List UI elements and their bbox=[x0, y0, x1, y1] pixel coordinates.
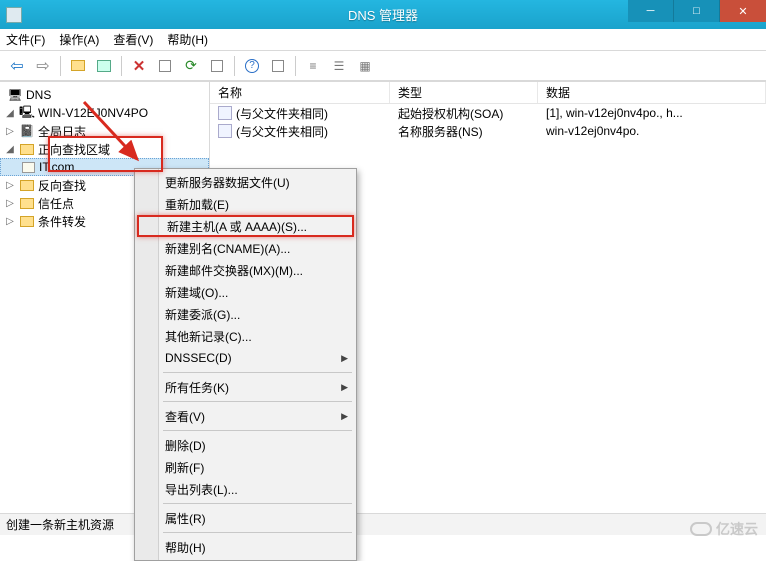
cell-type: 名称服务器(NS) bbox=[398, 123, 483, 140]
tree-server-label: WIN-V12EJ0NV4PO bbox=[38, 106, 148, 120]
folder-icon bbox=[19, 213, 35, 229]
tree-selected-zone-label: IT.com bbox=[39, 160, 74, 174]
ctx-newdomain[interactable]: 新建域(O)... bbox=[137, 281, 354, 303]
ctx-newmx[interactable]: 新建邮件交换器(MX)(M)... bbox=[137, 259, 354, 281]
list-row[interactable]: (与父文件夹相同) 起始授权机构(SOA) [1], win-v12ej0nv4… bbox=[210, 104, 766, 122]
ctx-newhost[interactable]: 新建主机(A 或 AAAA)(S)... bbox=[137, 215, 354, 237]
tree-root[interactable]: 🖥 DNS bbox=[0, 86, 209, 104]
main-pane: 🖥 DNS ◢ 🖳 WIN-V12EJ0NV4PO ▷ 📓 全局日志 ◢ 正向查… bbox=[0, 81, 766, 513]
cell-type: 起始授权机构(SOA) bbox=[398, 105, 503, 122]
tree-cond-label: 条件转发 bbox=[38, 213, 86, 230]
cloud-icon bbox=[690, 522, 712, 536]
dns-icon: 🖥 bbox=[7, 87, 23, 103]
tree-trust-label: 信任点 bbox=[38, 195, 74, 212]
expand-icon[interactable]: ▷ bbox=[4, 180, 16, 191]
menu-help[interactable]: 帮助(H) bbox=[167, 31, 208, 48]
expand-icon[interactable]: ▷ bbox=[4, 126, 16, 137]
cell-data: win-v12ej0nv4po. bbox=[546, 124, 639, 138]
ctx-view[interactable]: 查看(V) bbox=[137, 405, 354, 427]
list-row[interactable]: (与父文件夹相同) 名称服务器(NS) win-v12ej0nv4po. bbox=[210, 122, 766, 140]
menu-view[interactable]: 查看(V) bbox=[113, 31, 153, 48]
copy-button[interactable] bbox=[154, 55, 176, 77]
record-icon bbox=[218, 124, 232, 138]
help-button[interactable]: ? bbox=[241, 55, 263, 77]
list-view-icon[interactable]: ≡ bbox=[302, 55, 324, 77]
back-button[interactable]: ⇦ bbox=[6, 55, 28, 77]
expand-icon[interactable]: ▷ bbox=[4, 216, 16, 227]
minimize-button[interactable]: ─ bbox=[628, 0, 674, 22]
watermark: 亿速云 bbox=[690, 519, 758, 539]
toolbar: ⇦ ⇨ ✕ ⟳ ? ≡ ☰ ▦ bbox=[0, 51, 766, 81]
zone-icon bbox=[20, 159, 36, 175]
ctx-alltasks[interactable]: 所有任务(K) bbox=[137, 376, 354, 398]
ctx-newdeleg[interactable]: 新建委派(G)... bbox=[137, 303, 354, 325]
cell-data: [1], win-v12ej0nv4po., h... bbox=[546, 106, 683, 120]
col-data[interactable]: 数据 bbox=[538, 82, 766, 103]
menu-file[interactable]: 文件(F) bbox=[6, 31, 45, 48]
delete-button[interactable]: ✕ bbox=[128, 55, 150, 77]
options-button[interactable] bbox=[267, 55, 289, 77]
window-title: DNS 管理器 bbox=[348, 5, 418, 24]
detail-view-icon[interactable]: ☰ bbox=[328, 55, 350, 77]
ctx-refresh[interactable]: 刷新(F) bbox=[137, 456, 354, 478]
list-header: 名称 类型 数据 bbox=[210, 82, 766, 104]
ctx-props[interactable]: 属性(R) bbox=[137, 507, 354, 529]
title-bar: DNS 管理器 ─ □ ✕ bbox=[0, 0, 766, 29]
folder-icon bbox=[19, 141, 35, 157]
tile-view-icon[interactable]: ▦ bbox=[354, 55, 376, 77]
collapse-icon[interactable]: ◢ bbox=[4, 108, 16, 119]
record-icon bbox=[218, 106, 232, 120]
tree-fwd-zone-label: 正向查找区域 bbox=[38, 141, 110, 158]
ctx-export[interactable]: 导出列表(L)... bbox=[137, 478, 354, 500]
menu-action[interactable]: 操作(A) bbox=[59, 31, 99, 48]
app-icon bbox=[6, 7, 22, 23]
cell-name: (与父文件夹相同) bbox=[236, 105, 328, 122]
export-button[interactable] bbox=[206, 55, 228, 77]
ctx-update[interactable]: 更新服务器数据文件(U) bbox=[137, 171, 354, 193]
folder-icon bbox=[19, 195, 35, 211]
tree-rev-zone-label: 反向查找 bbox=[38, 177, 86, 194]
ctx-newcname[interactable]: 新建别名(CNAME)(A)... bbox=[137, 237, 354, 259]
menu-bar: 文件(F) 操作(A) 查看(V) 帮助(H) bbox=[0, 29, 766, 51]
collapse-icon[interactable]: ◢ bbox=[4, 144, 16, 155]
tree-fwd-zone[interactable]: ◢ 正向查找区域 bbox=[0, 140, 209, 158]
tree-server[interactable]: ◢ 🖳 WIN-V12EJ0NV4PO bbox=[0, 104, 209, 122]
tree-global-log[interactable]: ▷ 📓 全局日志 bbox=[0, 122, 209, 140]
context-menu: 更新服务器数据文件(U)重新加载(E)新建主机(A 或 AAAA)(S)...新… bbox=[134, 168, 357, 561]
close-button[interactable]: ✕ bbox=[720, 0, 766, 22]
log-icon: 📓 bbox=[19, 123, 35, 139]
status-bar: 创建一条新主机资源 bbox=[0, 513, 766, 535]
folder-icon bbox=[19, 177, 35, 193]
cell-name: (与父文件夹相同) bbox=[236, 123, 328, 140]
watermark-text: 亿速云 bbox=[716, 519, 758, 539]
ctx-otherrec[interactable]: 其他新记录(C)... bbox=[137, 325, 354, 347]
ctx-help[interactable]: 帮助(H) bbox=[137, 536, 354, 558]
status-text: 创建一条新主机资源 bbox=[6, 516, 114, 533]
expand-icon[interactable]: ▷ bbox=[4, 198, 16, 209]
col-type[interactable]: 类型 bbox=[390, 82, 538, 103]
up-button[interactable] bbox=[67, 55, 89, 77]
tree-root-label: DNS bbox=[26, 88, 51, 102]
refresh-button[interactable]: ⟳ bbox=[180, 55, 202, 77]
col-name[interactable]: 名称 bbox=[210, 82, 390, 103]
server-icon: 🖳 bbox=[19, 105, 35, 121]
forward-button[interactable]: ⇨ bbox=[32, 55, 54, 77]
ctx-reload[interactable]: 重新加载(E) bbox=[137, 193, 354, 215]
ctx-dnssec[interactable]: DNSSEC(D) bbox=[137, 347, 354, 369]
ctx-delete[interactable]: 删除(D) bbox=[137, 434, 354, 456]
tree-global-log-label: 全局日志 bbox=[38, 123, 86, 140]
maximize-button[interactable]: □ bbox=[674, 0, 720, 22]
show-icon[interactable] bbox=[93, 55, 115, 77]
